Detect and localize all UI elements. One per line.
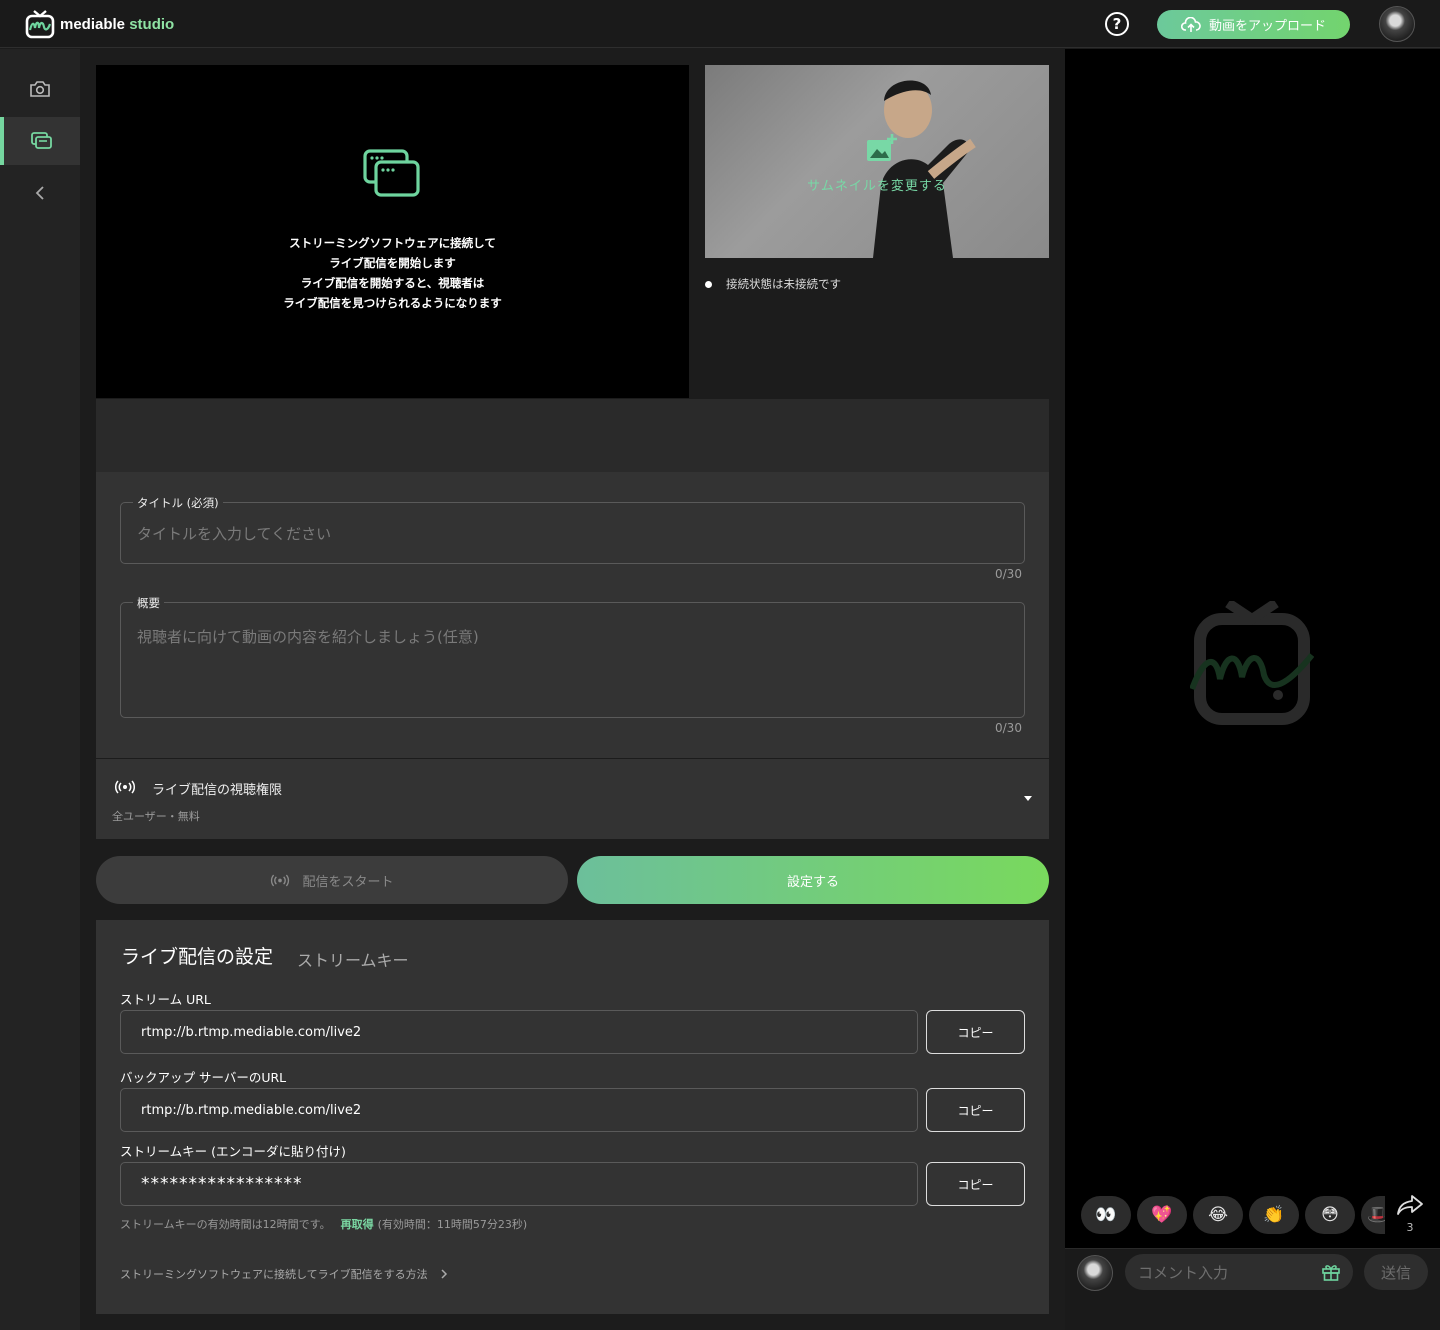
user-avatar[interactable] [1379,6,1415,42]
reaction-button[interactable]: 💖 [1137,1196,1187,1234]
stream-url-field[interactable]: rtmp://b.rtmp.mediable.com/live2 [120,1010,918,1054]
copy-backup-url-button[interactable]: コピー [926,1088,1025,1132]
top-bar: mediable studio ? 動画をアップロード [0,0,1440,48]
backup-url-label: バックアップ サーバーのURL [120,1070,287,1085]
windows-icon [31,132,52,149]
settings-title: ライブ配信の設定 [121,946,274,968]
spacer-band [96,399,1049,472]
preview-instructions: ストリーミングソフトウェアに接続して ライブ配信を開始します ライブ配信を開始す… [96,233,689,313]
sidebar-item-live[interactable] [0,117,80,165]
help-button[interactable]: ? [1105,12,1129,36]
reaction-button[interactable]: 👀 [1081,1196,1131,1234]
send-button[interactable]: 送信 [1364,1254,1428,1290]
broadcast-icon [114,780,136,794]
preview-line: ストリーミングソフトウェアに接続して [289,236,496,250]
title-field-label: タイトル (必須) [133,495,223,511]
camera-icon [30,81,50,97]
summary-field-label: 概要 [133,595,164,611]
refresh-key-link[interactable]: 再取得 [341,1218,374,1231]
upload-label: 動画をアップロード [1208,19,1326,34]
help-icon: ? [1112,15,1122,33]
apply-settings-button[interactable]: 設定する [577,856,1049,904]
share-icon [1397,1195,1423,1215]
sidebar-collapse-button[interactable] [0,169,80,217]
chevron-right-icon [441,1269,447,1279]
stream-preview: ストリーミングソフトウェアに接続して ライブ配信を開始します ライブ配信を開始す… [96,65,689,398]
summary-field[interactable]: 概要 視聴者に向けて動画の内容を紹介しましょう(任意) [120,595,1025,718]
gift-icon[interactable] [1321,1262,1341,1282]
reaction-button[interactable]: 👏 [1249,1196,1299,1234]
stream-key-note: ストリームキーの有効時間は12時間です。 再取得 (有効時間：11時間57分23秒) [120,1216,527,1232]
share-count: 3 [1406,1221,1414,1234]
tv-logo-icon [25,10,55,39]
comment-placeholder: コメント入力 [1138,1263,1229,1282]
logo[interactable]: mediable studio [24,8,174,40]
stream-url-label: ストリーム URL [120,992,211,1007]
summary-input[interactable]: 視聴者に向けて動画の内容を紹介しましょう(任意) [137,626,479,647]
backup-url-field[interactable]: rtmp://b.rtmp.mediable.com/live2 [120,1088,918,1132]
connection-status: 接続状態は未接続です [705,276,841,292]
permission-value: 全ユーザー・無料 [112,810,200,823]
cloud-upload-icon [1180,16,1201,32]
howto-label: ストリーミングソフトウェアに接続してライブ配信をする方法 [120,1268,428,1281]
reaction-button[interactable]: 😂 [1193,1196,1243,1234]
view-permission-dropdown[interactable]: ライブ配信の視聴権限 全ユーザー・無料 [96,759,1049,839]
sidebar [0,49,80,1330]
preview-line: ライブ配信を開始すると、視聴者は [300,276,485,290]
upload-video-button[interactable]: 動画をアップロード [1157,10,1350,39]
player-chat-column: 👀 💖 😂 👏 😳 🎩 3 コメント入力 送信 [1065,49,1440,1330]
live-settings-panel: ライブ配信の設定 ストリームキー ストリーム URL rtmp://b.rtmp… [96,920,1049,1314]
remaining-time: (有効時間：11時間57分23秒) [377,1218,528,1231]
preview-line: ライブ配信を見つけられるようになります [283,296,502,310]
start-stream-label: 配信をスタート [302,874,394,890]
stream-key-label: ストリームキー (エンコーダに貼り付け) [120,1144,346,1159]
permission-title: ライブ配信の視聴権限 [152,783,283,798]
summary-counter: 0/30 [995,721,1022,735]
sidebar-item-camera[interactable] [0,65,80,113]
add-image-icon [867,134,897,161]
stream-info-form: タイトル (必須) タイトルを入力してください 0/30 概要 視聴者に向けて動… [96,472,1049,758]
tv-placeholder-logo [1190,601,1314,725]
thumbnail-change-button[interactable]: サムネイルを変更する [705,65,1049,258]
howto-link[interactable]: ストリーミングソフトウェアに接続してライブ配信をする方法 [120,1266,448,1282]
reaction-button[interactable]: 😳 [1305,1196,1355,1234]
logo-text: mediable studio [60,15,175,33]
title-input[interactable]: タイトルを入力してください [137,523,331,544]
reaction-button[interactable]: 🎩 [1361,1196,1385,1234]
commenter-avatar [1077,1255,1113,1291]
caret-down-icon [1024,796,1032,801]
copy-stream-url-button[interactable]: コピー [926,1010,1025,1054]
comment-input[interactable]: コメント入力 [1125,1254,1353,1290]
reaction-row: 👀 💖 😂 👏 😳 🎩 [1081,1196,1385,1234]
stream-key-field[interactable]: ***************** [120,1162,918,1206]
status-dot [705,280,712,288]
preview-line: ライブ配信を開始します [329,256,456,270]
stream-windows-icon [363,149,420,197]
connection-status-text: 接続状態は未接続です [726,277,841,291]
title-counter: 0/30 [995,567,1022,581]
title-field[interactable]: タイトル (必須) タイトルを入力してください [120,495,1025,564]
share-button[interactable]: 3 [1396,1193,1424,1234]
chevron-left-icon [35,186,44,200]
key-validity-text: ストリームキーの有効時間は12時間です。 [120,1218,331,1231]
comment-bar: コメント入力 送信 [1065,1248,1440,1330]
thumbnail-label: サムネイルを変更する [807,179,947,194]
apply-settings-label: 設定する [786,874,839,890]
tab-stream-key[interactable]: ストリームキー [297,947,409,971]
start-stream-button[interactable]: 配信をスタート [96,856,568,904]
broadcast-icon [271,874,290,886]
copy-stream-key-button[interactable]: コピー [926,1162,1025,1206]
